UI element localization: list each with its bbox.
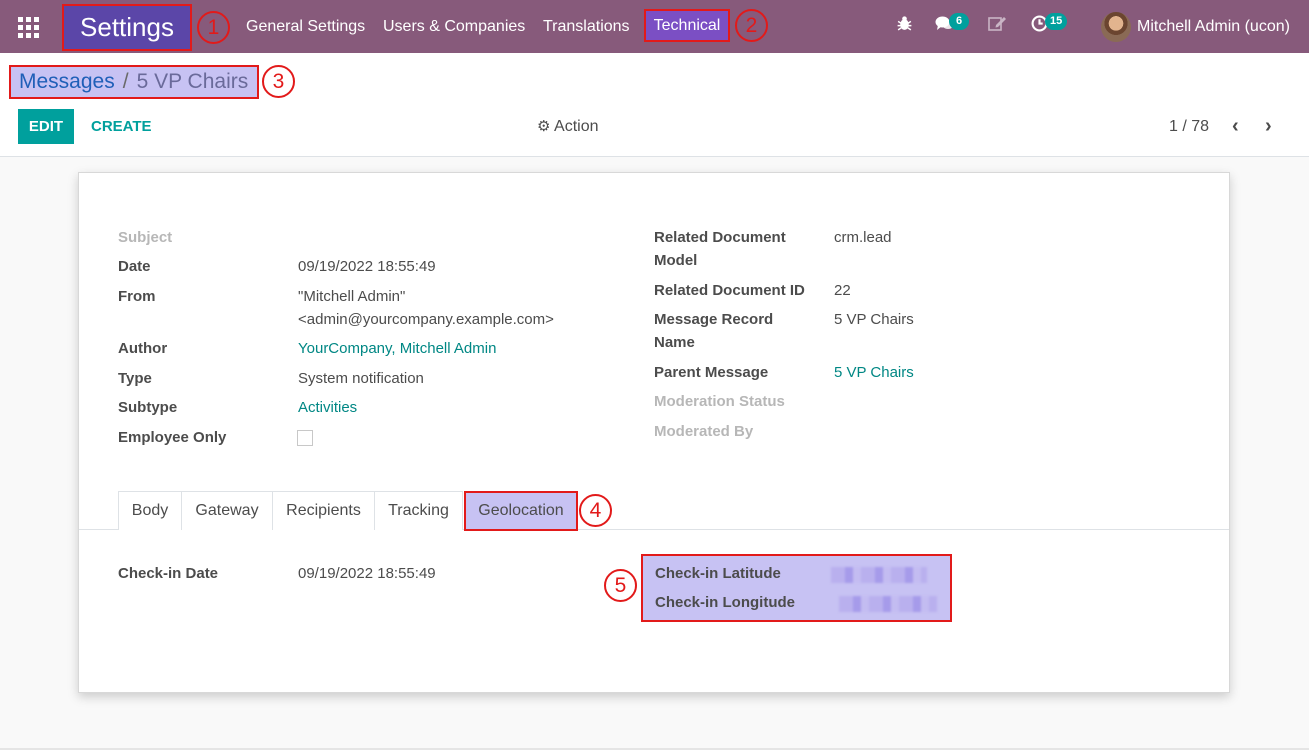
menu-technical[interactable]: Technical xyxy=(644,9,730,42)
breadcrumb-separator: / xyxy=(122,70,129,93)
debug-bug-icon[interactable] xyxy=(896,15,913,37)
related-document-id-value: 22 xyxy=(834,282,851,299)
breadcrumb-messages-link[interactable]: Messages xyxy=(19,70,115,94)
message-record-name-label-line2: Name xyxy=(654,334,695,351)
messages-count-badge: 6 xyxy=(949,13,969,30)
app-title[interactable]: Settings xyxy=(62,4,192,51)
from-value-name: "Mitchell Admin" xyxy=(298,288,406,305)
message-record-name-value: 5 VP Chairs xyxy=(834,311,914,328)
employee-only-label: Employee Only xyxy=(118,429,227,446)
pager-previous-chevron-icon[interactable]: ‹ xyxy=(1232,109,1239,144)
edit-note-icon[interactable] xyxy=(988,15,1007,37)
user-avatar[interactable] xyxy=(1101,12,1131,42)
menu-translations[interactable]: Translations xyxy=(543,0,630,53)
annotation-marker-2: 2 xyxy=(735,9,768,42)
related-document-model-label-line2: Model xyxy=(654,252,698,269)
annotation-marker-1: 1 xyxy=(197,11,230,44)
activities-count-badge: 15 xyxy=(1045,13,1068,30)
subject-label: Subject xyxy=(118,229,173,246)
checkin-date-label: Check-in Date xyxy=(118,565,219,582)
tab-recipients[interactable]: Recipients xyxy=(272,491,375,530)
user-menu[interactable]: Mitchell Admin (ucon) xyxy=(1137,0,1290,53)
control-panel: Messages / 5 VP Chairs EDIT CREATE ⚙ Act… xyxy=(0,53,1309,157)
checkin-latitude-value-blurred xyxy=(831,567,927,583)
author-label: Author xyxy=(118,340,168,357)
pager-next-chevron-icon[interactable]: › xyxy=(1265,109,1272,144)
date-value: 09/19/2022 18:55:49 xyxy=(298,258,436,275)
edit-button[interactable]: EDIT xyxy=(18,109,74,144)
type-value: System notification xyxy=(298,370,424,387)
tab-tracking[interactable]: Tracking xyxy=(374,491,463,530)
apps-menu-icon[interactable] xyxy=(18,17,40,38)
related-document-model-label-line1: Related Document xyxy=(654,229,786,246)
moderated-by-label: Moderated By xyxy=(654,423,754,440)
geolocation-highlight-box: Check-in Latitude Check-in Longitude xyxy=(641,554,952,622)
checkin-date-value: 09/19/2022 18:55:49 xyxy=(298,565,436,582)
action-menu-button[interactable]: ⚙ Action xyxy=(537,109,598,144)
annotation-marker-5: 5 xyxy=(604,569,637,602)
tab-body[interactable]: Body xyxy=(118,491,182,530)
tab-geolocation[interactable]: Geolocation xyxy=(464,491,578,531)
parent-message-link[interactable]: 5 VP Chairs xyxy=(834,361,914,384)
author-link[interactable]: YourCompany, Mitchell Admin xyxy=(298,337,496,360)
action-label: Action xyxy=(554,118,599,135)
type-label: Type xyxy=(118,370,152,387)
checkin-longitude-label: Check-in Longitude xyxy=(655,594,795,611)
annotation-marker-3: 3 xyxy=(262,65,295,98)
breadcrumb: Messages / 5 VP Chairs xyxy=(9,65,259,99)
related-document-model-value: crm.lead xyxy=(834,229,892,246)
menu-users-companies[interactable]: Users & Companies xyxy=(383,0,525,53)
annotation-marker-4: 4 xyxy=(579,494,612,527)
from-value-email: <admin@yourcompany.example.com> xyxy=(298,311,554,328)
checkin-latitude-label: Check-in Latitude xyxy=(655,565,781,582)
subtype-link[interactable]: Activities xyxy=(298,396,357,419)
employee-only-checkbox[interactable] xyxy=(297,430,313,446)
subtype-label: Subtype xyxy=(118,399,178,416)
form-sheet: Subject Date 09/19/2022 18:55:49 From "M… xyxy=(78,172,1230,693)
menu-general-settings[interactable]: General Settings xyxy=(246,0,365,53)
message-record-name-label-line1: Message Record xyxy=(654,311,774,328)
breadcrumb-current: 5 VP Chairs xyxy=(136,70,249,93)
pager-value[interactable]: 1 / 78 xyxy=(1169,109,1209,144)
date-label: Date xyxy=(118,258,151,275)
from-label: From xyxy=(118,288,156,305)
tab-gateway[interactable]: Gateway xyxy=(181,491,273,530)
parent-message-label: Parent Message xyxy=(654,364,769,381)
related-document-id-label: Related Document ID xyxy=(654,282,805,299)
checkin-longitude-value-blurred xyxy=(839,596,937,612)
moderation-status-label: Moderation Status xyxy=(654,393,785,410)
create-button[interactable]: CREATE xyxy=(91,109,152,144)
gear-icon: ⚙ xyxy=(537,118,551,135)
